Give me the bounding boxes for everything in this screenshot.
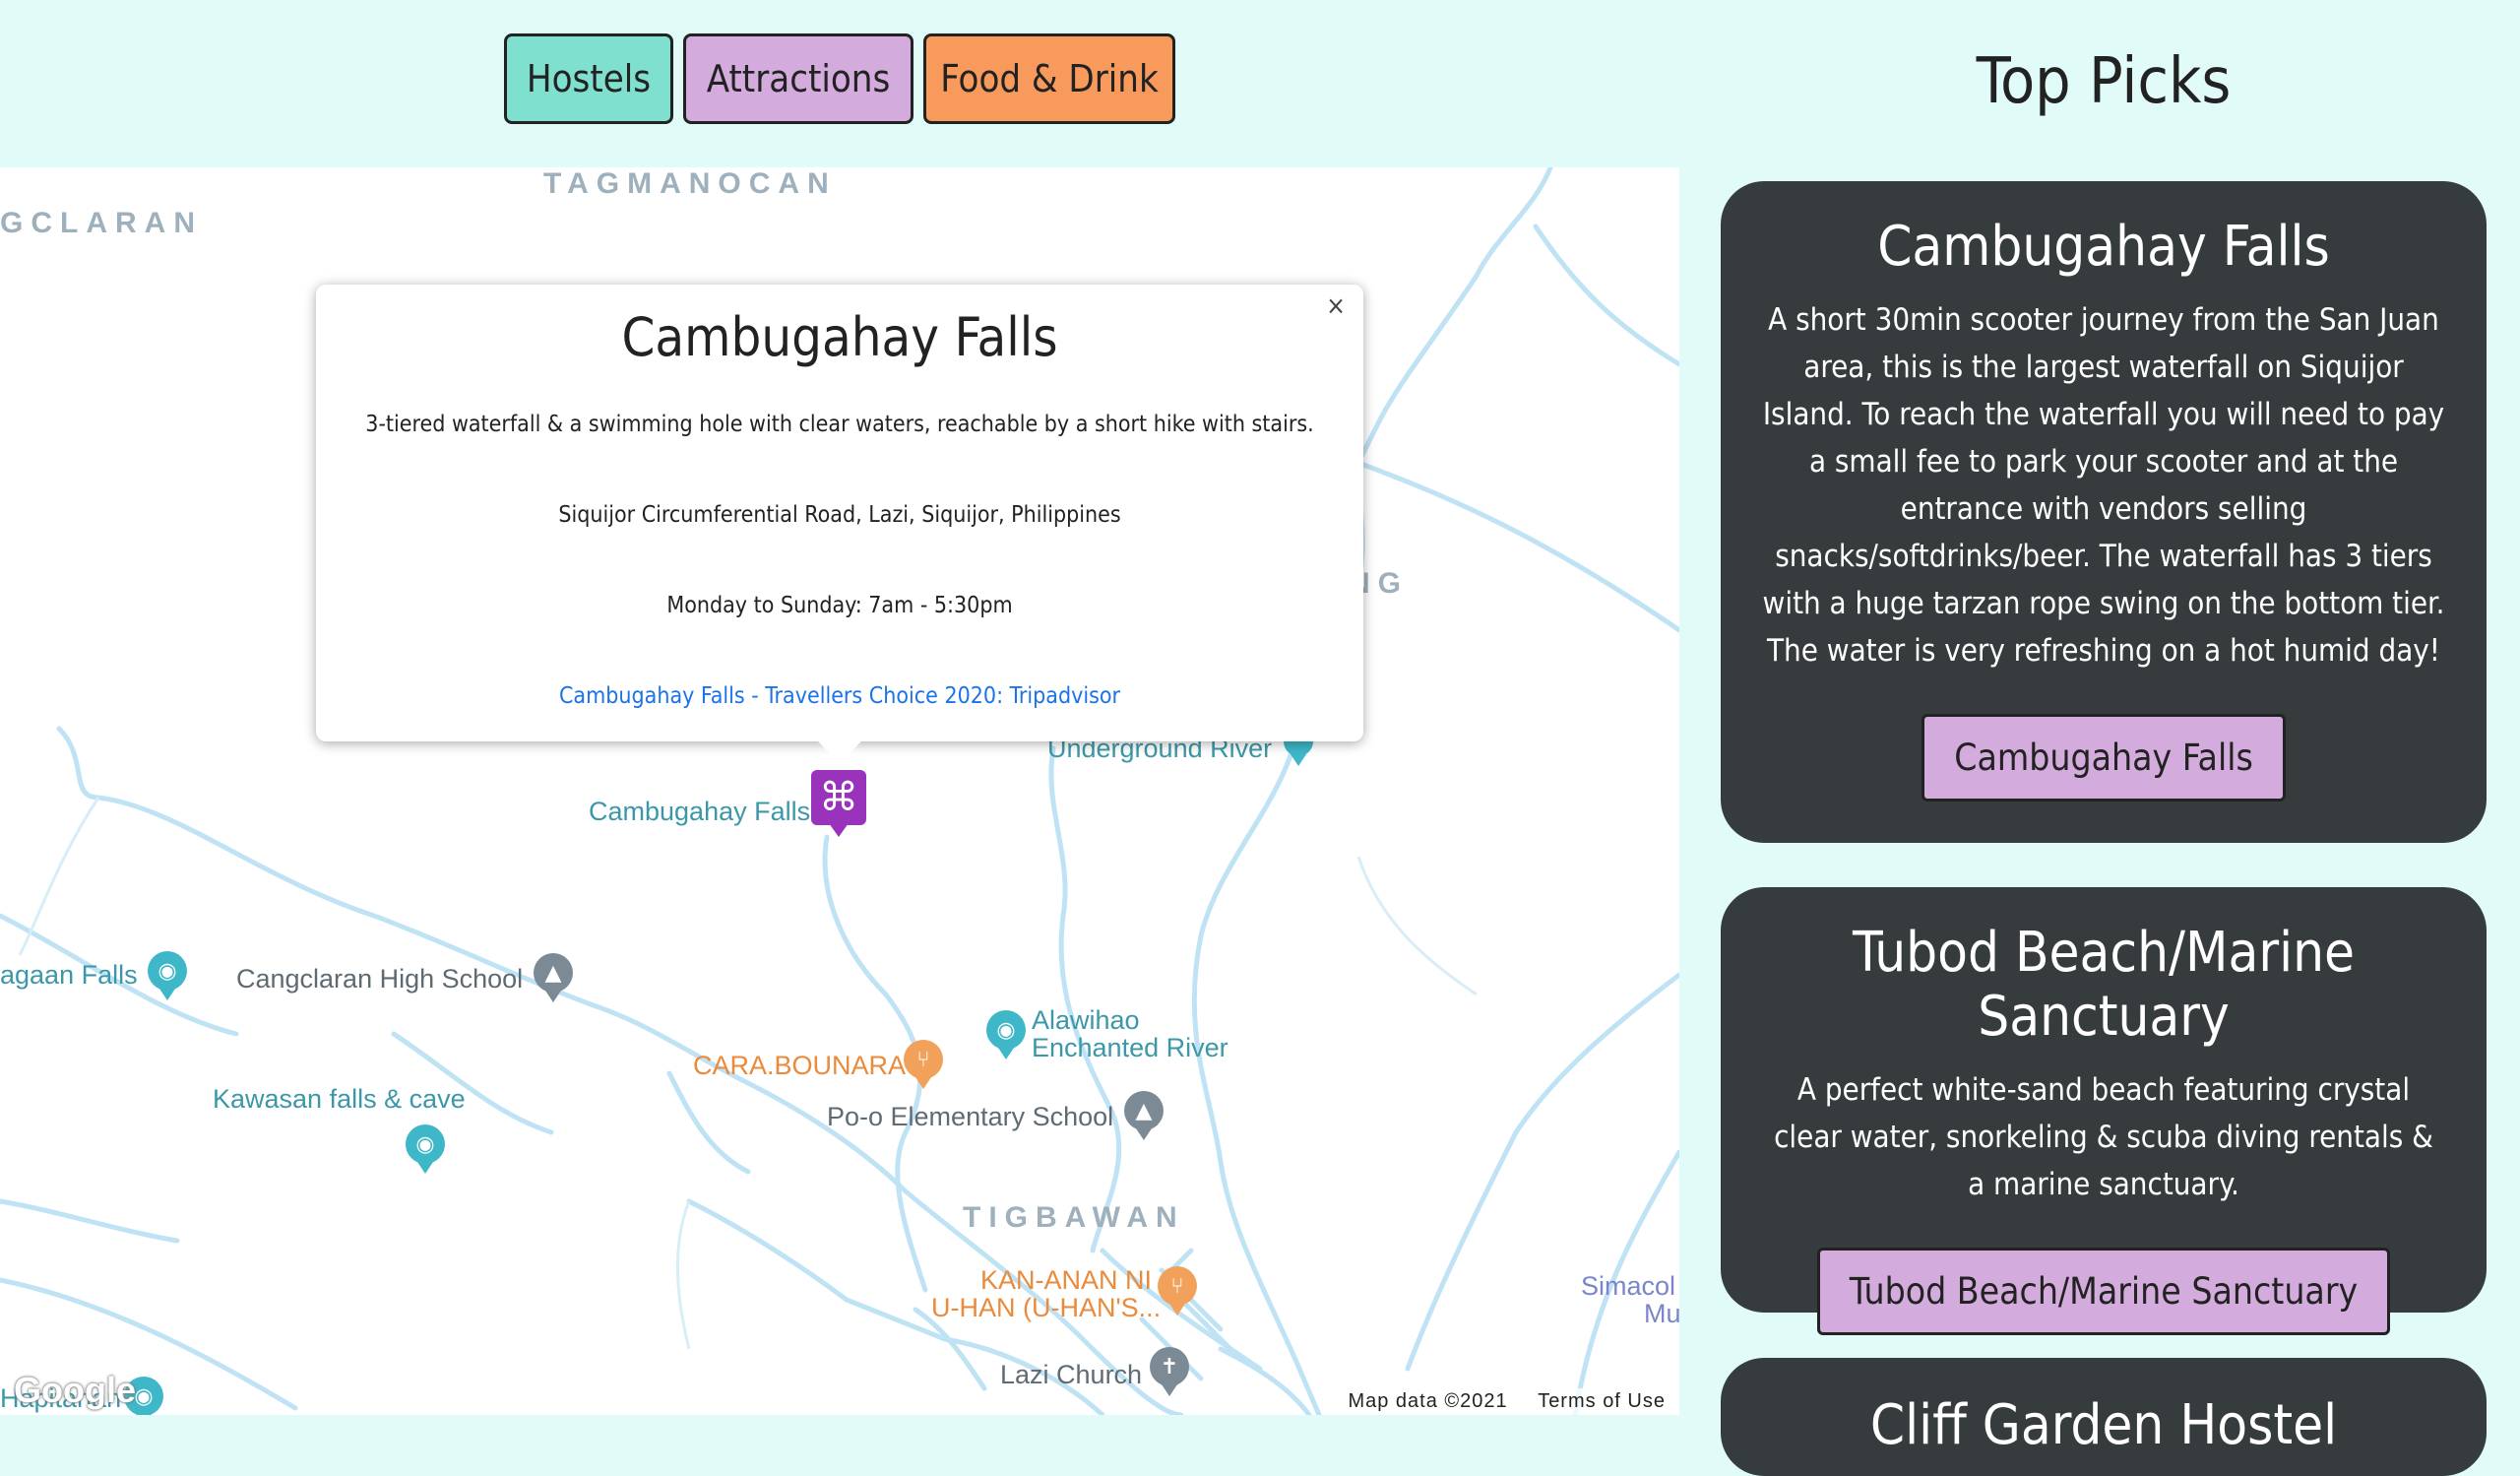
poi-cambugahay-falls[interactable]: Cambugahay Falls: [589, 798, 810, 826]
top-pick-card: Tubod Beach/Marine Sanctuary A perfect w…: [1721, 887, 2487, 1335]
poi-alawihao-line2[interactable]: Enchanted River: [1032, 1034, 1228, 1062]
info-window: × Cambugahay Falls 3-tiered waterfall & …: [316, 285, 1363, 763]
info-window-description: 3-tiered waterfall & a swimming hole wit…: [365, 412, 1314, 437]
map-footer: Map data ©2021 Terms of Use: [1334, 1388, 1679, 1415]
top-picks-title: Top Picks: [1976, 45, 2232, 118]
poi-po-o-elementary-school[interactable]: Po-o Elementary School: [827, 1103, 1113, 1131]
terms-of-use-link[interactable]: Terms of Use: [1538, 1390, 1666, 1412]
area-label-tigbawan: TIGBAWAN: [963, 1201, 1185, 1234]
google-logo: Google: [14, 1370, 136, 1410]
info-window-title: Cambugahay Falls: [621, 306, 1058, 368]
poi-alawihao-line1[interactable]: Alawihao: [1032, 1006, 1140, 1035]
card-title: Cambugahay Falls: [1877, 215, 2330, 279]
camera-pin-icon[interactable]: ◉: [406, 1124, 445, 1174]
card-button-tubod-beach[interactable]: Tubod Beach/Marine Sanctuary: [1816, 1248, 2391, 1335]
poi-cangclaran-high-school[interactable]: Cangclaran High School: [236, 965, 523, 994]
info-window-address: Siquijor Circumferential Road, Lazi, Siq…: [558, 502, 1121, 528]
close-icon[interactable]: ×: [1318, 289, 1354, 324]
poi-lazi-church[interactable]: Lazi Church: [1000, 1361, 1142, 1389]
top-pick-card: Cliff Garden Hostel: [1721, 1358, 2487, 1476]
top-pick-card: Cambugahay Falls A short 30min scooter j…: [1721, 181, 2487, 843]
poi-cara-bounara[interactable]: CARA.BOUNARA: [693, 1052, 906, 1080]
poi-lagaan-falls[interactable]: agaan Falls: [0, 961, 138, 990]
poi-kan-anan-line2[interactable]: U-HAN (U-HAN'S...: [931, 1294, 1161, 1322]
card-title: Tubod Beach/Marine Sanctuary: [1852, 921, 2356, 1049]
poi-kawasan-falls-cave[interactable]: Kawasan falls & cave: [213, 1085, 466, 1114]
poi-simacol-line1[interactable]: Simacol: [1581, 1272, 1675, 1301]
card-description: A short 30min scooter journey from the S…: [1762, 302, 2445, 669]
food-drink-filter-button[interactable]: Food & Drink: [923, 33, 1175, 124]
attractions-filter-button[interactable]: Attractions: [683, 33, 914, 124]
camera-pin-icon[interactable]: ◉: [148, 951, 187, 1000]
map-data-attribution: Map data ©2021: [1348, 1390, 1508, 1412]
card-button-cambugahay-falls[interactable]: Cambugahay Falls: [1922, 714, 2286, 802]
school-pin-icon[interactable]: ▲: [534, 953, 573, 1002]
poi-simacol-line2[interactable]: Mu: [1644, 1300, 1679, 1328]
poi-kan-anan-line1[interactable]: KAN-ANAN NI: [980, 1266, 1152, 1295]
school-pin-icon[interactable]: ▲: [1124, 1091, 1164, 1140]
restaurant-pin-icon[interactable]: ⑂: [1158, 1266, 1197, 1316]
card-title: Cliff Garden Hostel: [1869, 1393, 2338, 1457]
restaurant-pin-icon[interactable]: ⑂: [904, 1040, 943, 1089]
area-label-cangclaran: GCLARAN: [0, 207, 203, 239]
info-window-tripadvisor-link[interactable]: Cambugahay Falls - Travellers Choice 202…: [316, 683, 1363, 709]
church-pin-icon[interactable]: ✝: [1150, 1347, 1189, 1396]
selected-marker-command-icon[interactable]: ⌘: [811, 770, 866, 837]
area-label-tagmanocan: TAGMANOCAN: [543, 167, 837, 200]
card-description: A perfect white-sand beach featuring cry…: [1774, 1072, 2433, 1202]
info-window-hours: Monday to Sunday: 7am - 5:30pm: [666, 593, 1013, 618]
hostels-filter-button[interactable]: Hostels: [504, 33, 673, 124]
camera-pin-icon[interactable]: ◉: [986, 1010, 1026, 1059]
